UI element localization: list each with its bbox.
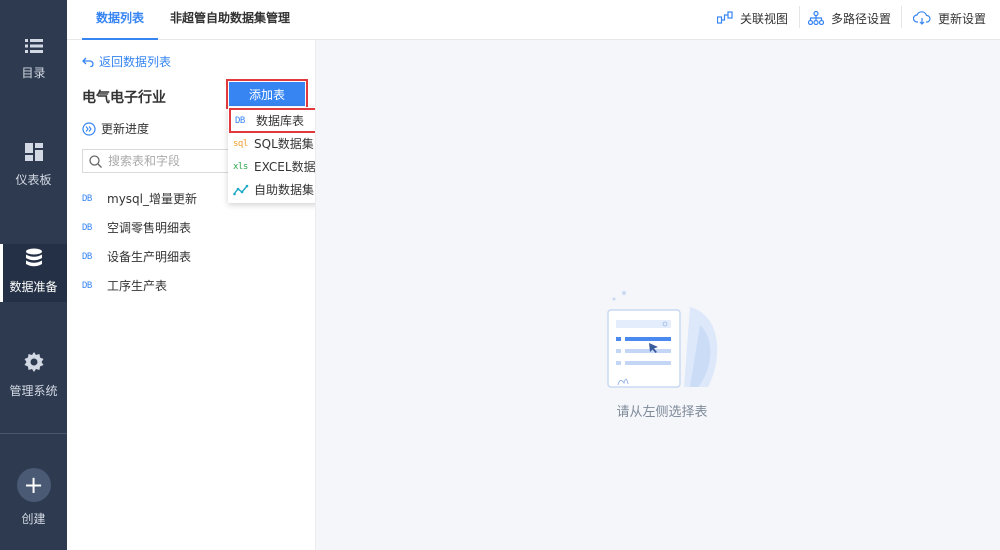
dashboard-icon bbox=[24, 143, 43, 161]
update-settings-label: 更新设置 bbox=[938, 11, 987, 26]
table-name: 设备生产明细表 bbox=[107, 250, 192, 264]
gear-icon bbox=[24, 352, 43, 372]
add-table-button[interactable]: 添加表 bbox=[226, 79, 308, 109]
update-progress-button[interactable]: 更新进度 bbox=[82, 120, 149, 137]
nav-admin[interactable]: 管理系统 bbox=[0, 352, 67, 399]
database-icon bbox=[25, 248, 42, 267]
relation-view-label: 关联视图 bbox=[740, 11, 789, 26]
plus-icon: + bbox=[16, 468, 51, 502]
update-progress-label: 更新进度 bbox=[101, 122, 150, 136]
list-icon bbox=[24, 39, 43, 53]
hierarchy-icon bbox=[808, 11, 824, 25]
table-row[interactable]: DB 空调零售明细表 bbox=[82, 213, 302, 242]
tab-self-service-mgmt[interactable]: 非超管自助数据集管理 bbox=[170, 0, 290, 40]
sql-icon: sql bbox=[233, 138, 248, 149]
db-table-icon: DB bbox=[82, 251, 92, 262]
table-name: 工序生产表 bbox=[107, 279, 168, 293]
nav-divider bbox=[0, 433, 67, 434]
menu-item-label: 数据库表 bbox=[256, 114, 305, 128]
table-row[interactable]: DB 设备生产明细表 bbox=[82, 242, 302, 271]
multipath-label: 多路径设置 bbox=[831, 11, 892, 26]
multipath-button[interactable]: 多路径设置 bbox=[808, 0, 891, 36]
db-table-icon: DB bbox=[82, 222, 92, 233]
search-input[interactable] bbox=[108, 154, 228, 168]
table-name: mysql_增量更新 bbox=[107, 192, 197, 206]
db-table-icon: DB bbox=[82, 193, 92, 204]
empty-state-text: 请从左侧选择表 bbox=[616, 405, 708, 420]
empty-state-illustration bbox=[607, 291, 718, 388]
nav-catalog-label: 目录 bbox=[21, 66, 46, 80]
table-row[interactable]: DB 工序生产表 bbox=[82, 271, 302, 300]
back-arrow-icon bbox=[82, 57, 94, 67]
tab-data-list[interactable]: 数据列表 bbox=[81, 0, 159, 40]
db-icon: DB bbox=[235, 115, 245, 126]
excel-icon: xls bbox=[233, 161, 248, 172]
update-settings-button[interactable]: 更新设置 bbox=[913, 0, 986, 36]
table-name: 空调零售明细表 bbox=[107, 221, 192, 235]
package-title: 电气电子行业 bbox=[82, 90, 166, 106]
search-icon bbox=[89, 154, 102, 168]
toolbar-divider bbox=[799, 6, 800, 28]
nav-data-prep-label: 数据准备 bbox=[9, 280, 58, 294]
main-content: 请从左侧选择表 bbox=[316, 40, 1000, 550]
menu-item-label: 自助数据集 bbox=[254, 183, 315, 197]
nav-catalog[interactable]: 目录 bbox=[0, 38, 67, 81]
nav-dashboard-label: 仪表板 bbox=[15, 173, 52, 187]
toolbar-divider bbox=[901, 6, 902, 28]
relation-view-icon bbox=[717, 11, 733, 24]
nav-data-prep[interactable]: 数据准备 bbox=[0, 244, 67, 302]
nav-create-label: 创建 bbox=[21, 512, 46, 526]
nav-create[interactable]: + 创建 bbox=[0, 468, 67, 527]
back-link-label: 返回数据列表 bbox=[99, 55, 172, 69]
db-table-icon: DB bbox=[82, 280, 92, 291]
progress-icon bbox=[82, 121, 96, 136]
top-bar: 数据列表 非超管自助数据集管理 关联视图 多路径设置 更新设置 bbox=[67, 0, 1000, 40]
line-chart-icon bbox=[233, 184, 249, 195]
nav-admin-label: 管理系统 bbox=[9, 384, 58, 398]
relation-view-button[interactable]: 关联视图 bbox=[717, 0, 788, 36]
menu-item-label: SQL数据集 bbox=[254, 137, 314, 151]
left-nav: 目录 仪表板 数据准备 管理系统 + 创建 bbox=[0, 0, 67, 550]
back-to-list-link[interactable]: 返回数据列表 bbox=[82, 53, 171, 70]
nav-dashboard[interactable]: 仪表板 bbox=[0, 143, 67, 188]
cloud-refresh-icon bbox=[913, 11, 931, 25]
